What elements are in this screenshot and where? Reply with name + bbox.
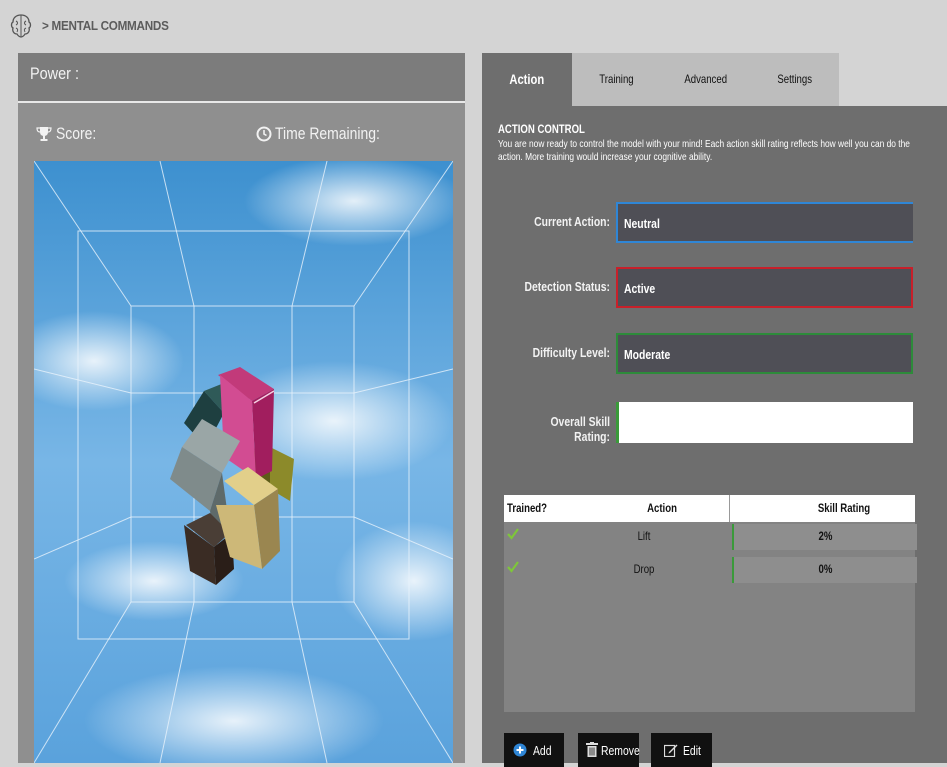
column-header-action: Action [647,501,677,515]
row-skill-rating: 2% [818,529,833,543]
overall-skill-rating-bar [616,402,913,443]
table-row[interactable]: Drop 0% [504,556,917,584]
tab-advanced[interactable]: Advanced [661,53,751,106]
overall-skill-rating-fill [616,402,619,443]
action-control-panel: ACTION CONTROL You are now ready to cont… [482,106,947,767]
difficulty-level-field: Moderate [616,333,913,374]
time-remaining-label: Time Remaining: [275,124,380,143]
row-skill-cell: 0% [732,557,917,583]
difficulty-level-label: Difficulty Level: [532,345,610,360]
tab-training[interactable]: Training [572,53,662,106]
top-bar: > MENTAL COMMANDS [0,0,947,52]
table-header: Trained? Action Skill Rating [504,495,915,522]
add-icon [513,743,527,757]
trophy-icon [36,127,52,141]
tab-settings[interactable]: Settings [750,53,839,106]
current-action-field: Neutral [616,202,913,243]
edit-icon [664,744,678,757]
row-action: Lift [637,529,651,543]
current-action-label: Current Action: [534,214,610,229]
edit-button[interactable]: Edit [651,733,712,767]
trash-icon [586,742,598,757]
detection-status-field: Active [616,267,913,308]
check-icon [507,528,519,540]
brain-icon [10,14,32,38]
detection-status-label: Detection Status: [524,279,610,294]
breadcrumb: > MENTAL COMMANDS [42,18,169,33]
add-button[interactable]: Add [504,733,564,767]
score-label: Score: [56,124,97,143]
row-action: Drop [633,562,655,576]
tab-action[interactable]: Action [482,53,573,106]
power-bar: Power : [18,53,465,103]
column-header-skill-rating: Skill Rating [817,501,871,515]
game-panel: Power : Score: Time Remaining: [18,53,465,763]
row-skill-cell: 2% [732,524,917,550]
action-control-description: You are now ready to control the model w… [498,138,910,163]
table-row[interactable]: Lift 2% [504,523,917,551]
check-icon [507,561,519,573]
overall-skill-rating-label: Overall Skill Rating: [550,414,610,444]
game-scene[interactable] [34,161,453,763]
action-control-title: ACTION CONTROL [498,122,585,136]
tab-bar: Action Training Advanced Settings [482,53,839,106]
row-skill-rating: 0% [818,562,833,576]
remove-button[interactable]: Remove [578,733,640,767]
clock-icon [256,126,272,142]
action-table: Trained? Action Skill Rating Lift 2% Dro… [504,495,917,712]
column-divider [729,495,730,522]
column-header-trained: Trained? [507,501,548,515]
power-label: Power : [30,64,79,83]
